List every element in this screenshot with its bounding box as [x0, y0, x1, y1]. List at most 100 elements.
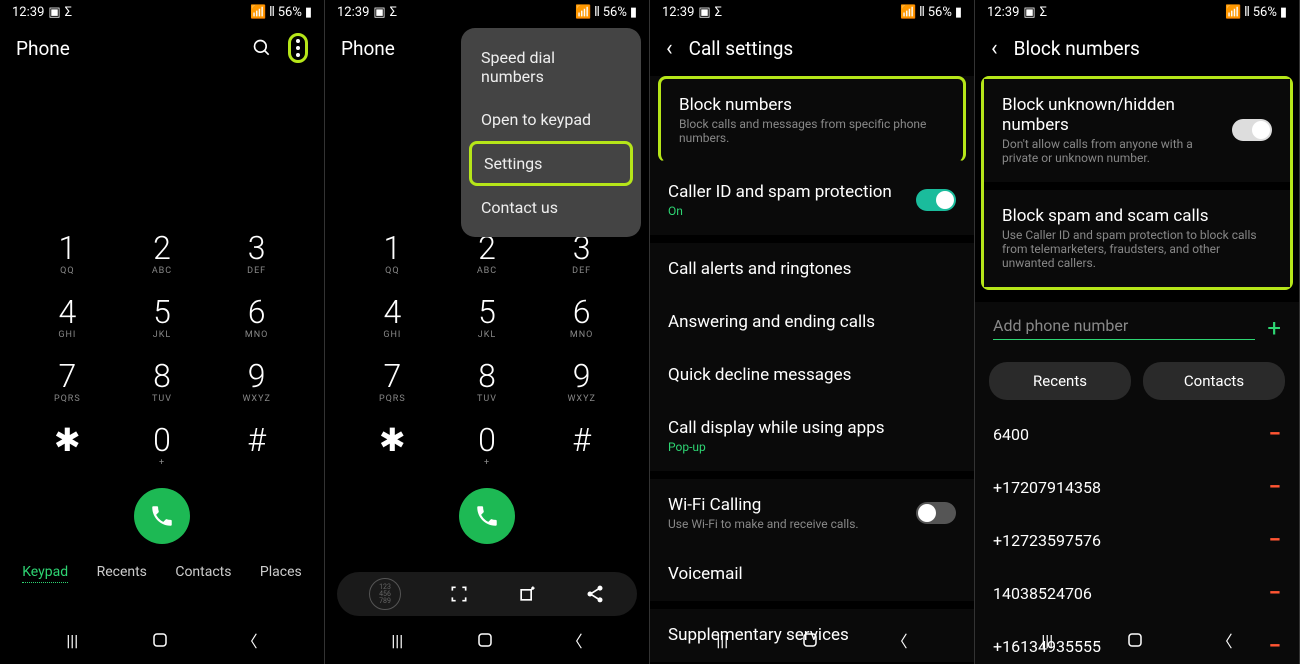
nav-bar: ||| 〈 [975, 616, 1299, 664]
back-icon[interactable]: ‹ [666, 36, 673, 61]
search-icon[interactable] [252, 38, 272, 58]
toggle-caller-id[interactable] [916, 189, 956, 211]
key-9[interactable]: 9WXYZ [534, 350, 629, 414]
add-icon[interactable]: + [1267, 314, 1281, 342]
blocked-number: +12723597576 [993, 531, 1101, 550]
key-5[interactable]: 5JKL [115, 286, 210, 350]
header: Phone [0, 24, 324, 72]
key-8[interactable]: 8TUV [115, 350, 210, 414]
add-phone-input[interactable]: Add phone number [993, 316, 1255, 340]
menu-speed-dial[interactable]: Speed dial numbers [461, 36, 641, 98]
key-hash[interactable]: # [534, 414, 629, 478]
header: ‹ Call settings [650, 24, 974, 72]
call-button[interactable] [459, 488, 515, 544]
key-7[interactable]: 7PQRS [20, 350, 115, 414]
remove-icon[interactable]: − [1269, 475, 1281, 500]
action-bar: 123456789 [337, 572, 637, 616]
tab-keypad[interactable]: Keypad [22, 564, 68, 583]
bottom-tabs: Keypad Recents Contacts Places [0, 554, 324, 593]
key-5[interactable]: 5JKL [440, 286, 535, 350]
nav-recent-icon[interactable]: ||| [66, 631, 78, 650]
scan-icon[interactable] [449, 584, 469, 604]
nav-home-icon[interactable] [1126, 631, 1144, 649]
screen-phone-keypad: 12:39 ▣ Σ 📶⫴56%▮ Phone 1QQ 2ABC 3DEF 4GH… [0, 0, 325, 664]
back-icon[interactable]: ‹ [991, 36, 998, 61]
notif-icon: Σ [715, 5, 722, 20]
nav-bar: ||| 〈 [325, 616, 649, 664]
item-block-numbers[interactable]: Block numbers Block calls and messages f… [658, 76, 966, 162]
item-block-spam[interactable]: Block spam and scam calls Use Caller ID … [984, 190, 1290, 287]
remove-icon[interactable]: − [1269, 422, 1281, 447]
key-6[interactable]: 6MNO [534, 286, 629, 350]
key-hash[interactable]: # [209, 414, 304, 478]
notif-icon: ▣ [48, 5, 60, 20]
tab-places[interactable]: Places [260, 564, 302, 583]
share-icon[interactable] [585, 584, 605, 604]
key-1[interactable]: 1QQ [20, 222, 115, 286]
nav-back-icon[interactable]: 〈 [567, 628, 583, 652]
overflow-menu: Speed dial numbers Open to keypad Settin… [461, 28, 641, 237]
key-2[interactable]: 2ABC [115, 222, 210, 286]
key-star[interactable]: ✱ [20, 414, 115, 478]
menu-settings[interactable]: Settings [469, 141, 633, 186]
recents-button[interactable]: Recents [989, 362, 1131, 400]
wifi-icon: 📶 [900, 5, 916, 20]
tab-recents[interactable]: Recents [97, 564, 147, 583]
tab-contacts[interactable]: Contacts [175, 564, 231, 583]
blocked-number-row: 6400 − [975, 408, 1299, 461]
key-4[interactable]: 4GHI [20, 286, 115, 350]
keypad-grid-icon[interactable]: 123456789 [369, 578, 401, 610]
screen-phone-menu: 12:39 ▣ Σ 📶⫴56%▮ Phone Speed dial number… [325, 0, 650, 664]
nav-recent-icon[interactable]: ||| [391, 631, 403, 650]
item-call-alerts[interactable]: Call alerts and ringtones [650, 243, 974, 296]
key-3[interactable]: 3DEF [209, 222, 304, 286]
blocked-number: 6400 [993, 425, 1029, 444]
remove-icon[interactable]: − [1269, 528, 1281, 553]
keypad: 1QQ 2ABC 3DEF 4GHI 5JKL 6MNO 7PQRS 8TUV … [325, 222, 649, 478]
notif-icon: ▣ [1023, 5, 1035, 20]
key-9[interactable]: 9WXYZ [209, 350, 304, 414]
signal-icon: ⫴ [594, 5, 599, 20]
toggle-wifi-calling[interactable] [916, 502, 956, 524]
contacts-button[interactable]: Contacts [1143, 362, 1285, 400]
notif-icon: ▣ [698, 5, 710, 20]
notif-icon: ▣ [373, 5, 385, 20]
menu-contact-us[interactable]: Contact us [461, 186, 641, 229]
nav-home-icon[interactable] [151, 631, 169, 649]
nav-back-icon[interactable]: 〈 [1217, 628, 1233, 652]
item-answering[interactable]: Answering and ending calls [650, 296, 974, 349]
nav-recent-icon[interactable]: ||| [1041, 631, 1053, 650]
key-7[interactable]: 7PQRS [345, 350, 440, 414]
item-voicemail[interactable]: Voicemail [650, 548, 974, 601]
item-block-unknown[interactable]: Block unknown/hidden numbersDon't allow … [984, 79, 1290, 182]
more-icon[interactable] [288, 33, 308, 63]
battery-text: 56% [1253, 5, 1277, 20]
key-0[interactable]: 0+ [440, 414, 535, 478]
notif-icon: Σ [1040, 5, 1047, 20]
key-star[interactable]: ✱ [345, 414, 440, 478]
nav-home-icon[interactable] [476, 631, 494, 649]
nav-home-icon[interactable] [801, 631, 819, 649]
item-caller-id[interactable]: Caller ID and spam protectionOn [650, 166, 974, 235]
call-button[interactable] [134, 488, 190, 544]
toggle-block-unknown[interactable] [1232, 119, 1272, 141]
key-1[interactable]: 1QQ [345, 222, 440, 286]
nav-back-icon[interactable]: 〈 [242, 628, 258, 652]
blocked-number-row: 14038524706− [975, 567, 1299, 620]
key-4[interactable]: 4GHI [345, 286, 440, 350]
nav-back-icon[interactable]: 〈 [892, 628, 908, 652]
remove-icon[interactable]: − [1269, 581, 1281, 606]
key-6[interactable]: 6MNO [209, 286, 304, 350]
status-bar: 12:39 ▣ Σ 📶⫴56%▮ [325, 0, 649, 24]
item-decline-messages[interactable]: Quick decline messages [650, 349, 974, 402]
nav-recent-icon[interactable]: ||| [716, 631, 728, 650]
status-bar: 12:39 ▣ Σ 📶⫴56%▮ [975, 0, 1299, 24]
menu-open-keypad[interactable]: Open to keypad [461, 98, 641, 141]
item-wifi-calling[interactable]: Wi-Fi CallingUse Wi-Fi to make and recei… [650, 479, 974, 548]
blocked-number-row: +12723597576 − [975, 514, 1299, 567]
key-0[interactable]: 0+ [115, 414, 210, 478]
add-contact-icon[interactable] [517, 584, 537, 604]
item-call-display[interactable]: Call display while using appsPop-up [650, 402, 974, 471]
key-8[interactable]: 8TUV [440, 350, 535, 414]
signal-icon: ⫴ [919, 5, 924, 20]
